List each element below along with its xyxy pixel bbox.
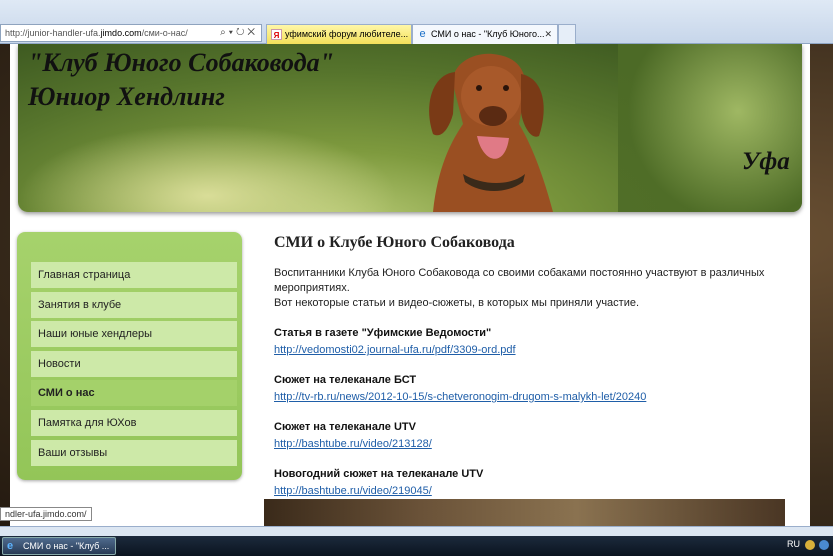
site-container: "Клуб Юного Собаковода" Юниор Хендлинг У… — [10, 44, 810, 526]
media-section: Новогодний сюжет на телеканале UTV http:… — [274, 467, 804, 499]
address-domain: jimdo.com — [100, 28, 142, 38]
address-path: /сми-о-нас/ — [141, 28, 188, 38]
browser-status-bar — [0, 526, 833, 536]
new-tab-button[interactable] — [558, 24, 576, 44]
sidebar-nav: Главная страница Занятия в клубе Наши юн… — [17, 232, 242, 480]
nav-item-home[interactable]: Главная страница — [31, 262, 237, 288]
nav-item-reviews[interactable]: Ваши отзывы — [31, 439, 237, 466]
media-section: Сюжет на телеканале UTV http://bashtube.… — [274, 420, 804, 452]
media-section: Статья в газете "Уфимские Ведомости" htt… — [274, 326, 804, 358]
address-prefix: http://junior-handler-ufa. — [5, 28, 101, 38]
tab-forum[interactable]: Я уфимский форум любителе... — [266, 24, 412, 44]
ie-icon: e — [419, 28, 426, 40]
close-tab-icon[interactable]: ✕ — [544, 29, 552, 40]
page-title: СМИ о Клубе Юного Собаковода — [274, 234, 515, 251]
section-link[interactable]: http://tv-rb.ru/news/2012-10-15/s-chetve… — [274, 390, 646, 405]
nav-item-classes[interactable]: Занятия в клубе — [31, 291, 237, 318]
dog-photo — [429, 53, 553, 212]
section-title: Новогодний сюжет на телеканале UTV — [274, 468, 484, 480]
site-city: Уфа — [742, 148, 790, 175]
section-title: Статья в газете "Уфимские Ведомости" — [274, 327, 492, 339]
tab-label: уфимский форум любителе... — [285, 29, 409, 39]
browser-chrome: http://junior-handler-ufa.jimdo.com/сми-… — [0, 0, 833, 44]
section-title: Сюжет на телеканале UTV — [274, 421, 416, 433]
tab-label: СМИ о нас - "Клуб Юного... — [431, 29, 545, 39]
address-bar[interactable]: http://junior-handler-ufa.jimdo.com/сми-… — [0, 24, 262, 42]
site-title-line2: Юниор Хендлинг — [28, 82, 225, 111]
taskbar-window-button[interactable]: e СМИ о нас - "Клуб ... — [2, 537, 116, 555]
page-viewport: "Клуб Юного Собаковода" Юниор Хендлинг У… — [0, 44, 833, 526]
nav-item-news[interactable]: Новости — [31, 350, 237, 377]
main-content: СМИ о Клубе Юного Собаковода Воспитанник… — [274, 234, 804, 499]
nav-item-memo[interactable]: Памятка для ЮХов — [31, 409, 237, 436]
media-section: Сюжет на телеканале БСТ http://tv-rb.ru/… — [274, 373, 804, 405]
video-thumbnail[interactable] — [264, 499, 785, 526]
tab-smi[interactable]: e СМИ о нас - "Клуб Юного... ✕ — [412, 24, 558, 44]
network-icon[interactable] — [819, 540, 829, 550]
yandex-icon: Я — [271, 29, 282, 40]
site-header: "Клуб Юного Собаковода" Юниор Хендлинг У… — [18, 44, 802, 212]
taskbar-window-label: СМИ о нас - "Клуб ... — [23, 541, 110, 551]
taskbar: e СМИ о нас - "Клуб ... RU — [0, 536, 833, 556]
intro-text-1: Воспитанники Клуба Юного Собаковода со с… — [274, 267, 765, 294]
nav-item-handlers[interactable]: Наши юные хендлеры — [31, 321, 237, 348]
address-actions-icon[interactable]: ⌕▾↻✕ — [220, 27, 258, 38]
site-title-line1: "Клуб Юного Собаковода" — [28, 48, 335, 77]
status-url-tooltip: ndler-ufa.jimdo.com/ — [0, 507, 92, 521]
intro-text-2: Вот некоторые статьи и видео-сюжеты, в к… — [274, 297, 640, 309]
section-link[interactable]: http://bashtube.ru/video/219045/ — [274, 484, 432, 499]
nav-item-media[interactable]: СМИ о нас — [31, 380, 237, 407]
section-link[interactable]: http://bashtube.ru/video/213128/ — [274, 437, 432, 452]
ie-icon: e — [7, 540, 14, 552]
section-title: Сюжет на телеканале БСТ — [274, 374, 417, 386]
help-icon[interactable] — [805, 540, 815, 550]
section-link[interactable]: http://vedomosti02.journal-ufa.ru/pdf/33… — [274, 343, 516, 358]
language-indicator[interactable]: RU — [787, 539, 800, 549]
